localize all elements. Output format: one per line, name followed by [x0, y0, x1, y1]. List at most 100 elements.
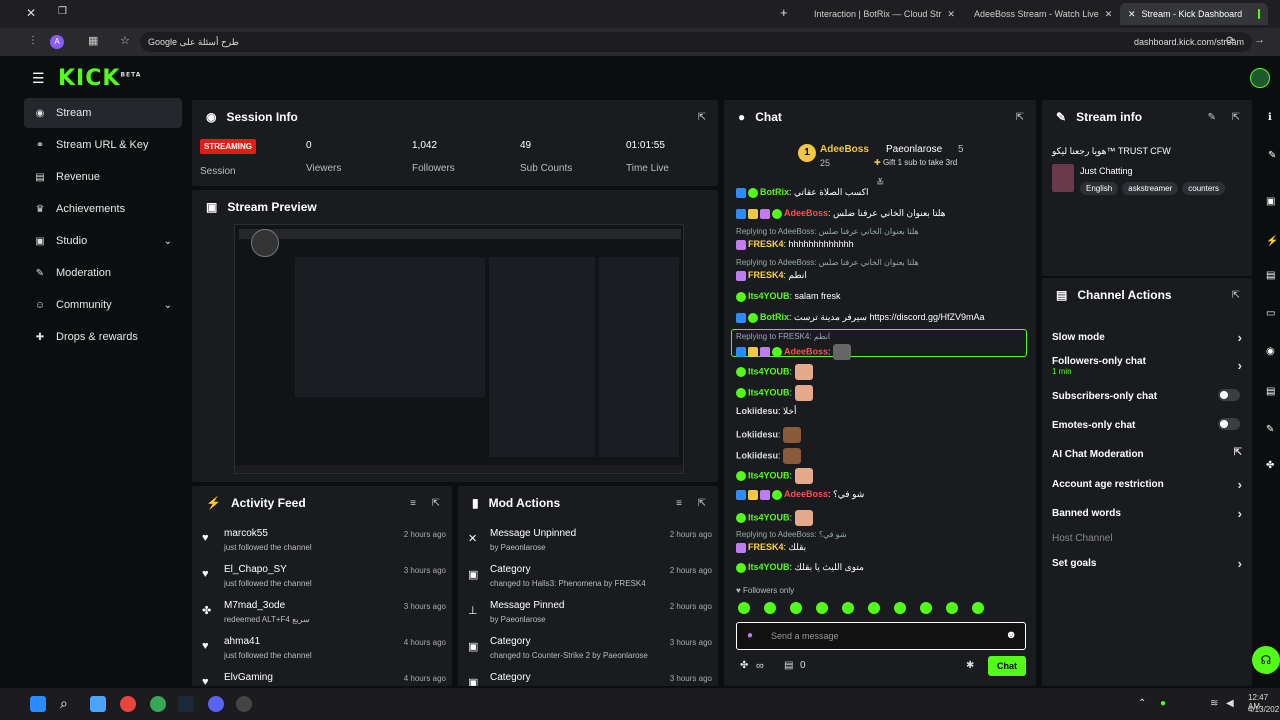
- mic-tray-icon[interactable]: ●: [1160, 698, 1166, 709]
- chat-username[interactable]: BotRix: [760, 187, 789, 197]
- chat-username[interactable]: FRESK4: [748, 239, 784, 249]
- followers-only-row[interactable]: Followers-only chat 1 min ›: [1052, 356, 1242, 376]
- bookmark-star-icon[interactable]: ☆: [120, 34, 130, 47]
- popout-icon[interactable]: ⇱: [1232, 290, 1240, 301]
- banned-words-row[interactable]: Banned words ›: [1052, 506, 1242, 521]
- emote-icon[interactable]: [868, 602, 880, 614]
- chat-username[interactable]: Its4YOUB: [748, 366, 790, 376]
- chat-username[interactable]: FRESK4: [748, 270, 784, 280]
- emote-icon[interactable]: [972, 602, 984, 614]
- top-gifter-name[interactable]: AdeeBoss: [820, 144, 869, 155]
- set-goals-row[interactable]: Set goals ›: [1052, 556, 1242, 571]
- popout-icon[interactable]: ⇱: [698, 112, 706, 123]
- chat-icon[interactable]: ▭: [1266, 308, 1275, 319]
- volume-icon[interactable]: ◀: [1226, 698, 1234, 709]
- extensions-icon[interactable]: ▦: [88, 34, 98, 47]
- tag-chip[interactable]: English: [1080, 182, 1119, 195]
- gift-sub-prompt[interactable]: ✚ Gift 1 sub to take 3rd: [874, 158, 957, 167]
- popout-icon[interactable]: ⇱: [1232, 112, 1240, 123]
- lightning-icon[interactable]: ⚡: [1266, 236, 1278, 247]
- host-channel-row[interactable]: Host Channel: [1052, 533, 1242, 544]
- wrench-icon[interactable]: ✎: [1266, 424, 1274, 435]
- edit-icon[interactable]: ✎: [1268, 150, 1276, 161]
- send-chat-button[interactable]: Chat: [988, 656, 1026, 676]
- sidebar-item-revenue[interactable]: ▤ Revenue: [24, 162, 182, 192]
- chat-username[interactable]: BotRix: [760, 312, 789, 322]
- close-tab-icon[interactable]: ✕: [1128, 9, 1136, 20]
- close-tab-icon[interactable]: ✕: [1105, 9, 1113, 20]
- broadcast-icon[interactable]: ◉: [1266, 346, 1275, 357]
- popout-icon[interactable]: ⇱: [432, 498, 440, 509]
- people-icon[interactable]: ✤: [1266, 460, 1274, 471]
- chat-username[interactable]: Lokiidesu: [736, 429, 778, 439]
- reload-icon[interactable]: ⟳: [1226, 34, 1235, 47]
- chat-username[interactable]: Its4YOUB: [748, 387, 790, 397]
- edit-pencil-icon[interactable]: ✎: [1208, 112, 1216, 123]
- help-headset-button[interactable]: ☊: [1252, 646, 1280, 674]
- search-icon[interactable]: ⌕: [60, 695, 68, 712]
- mic-icon[interactable]: ●: [747, 630, 753, 641]
- popout-icon[interactable]: ⇱: [698, 498, 706, 509]
- emote-icon[interactable]: [816, 602, 828, 614]
- new-tab-icon[interactable]: +: [780, 5, 788, 20]
- sidebar-item-stream[interactable]: ◉ Stream: [24, 98, 182, 128]
- restore-window-icon[interactable]: ❐: [58, 6, 67, 17]
- info-icon[interactable]: ℹ: [1268, 112, 1272, 123]
- filter-icon[interactable]: ≡: [410, 498, 416, 509]
- stream-preview-video[interactable]: [234, 224, 684, 474]
- address-bar[interactable]: Google طرح أسئلة على dashboard.kick.com/…: [140, 32, 1252, 52]
- chat-username[interactable]: Its4YOUB: [748, 562, 790, 572]
- emote-icon[interactable]: [790, 602, 802, 614]
- points-icon[interactable]: ✤: [740, 660, 748, 671]
- menu-dots-icon[interactable]: ⋮: [28, 35, 38, 46]
- emotes-only-toggle[interactable]: [1218, 418, 1240, 430]
- second-gifter-name[interactable]: Paeonlarose: [886, 144, 942, 155]
- chat-input[interactable]: ● Send a message ☻: [736, 622, 1026, 650]
- chat-username[interactable]: Lokiidesu: [736, 406, 778, 416]
- network-icon[interactable]: ≋: [1210, 698, 1218, 709]
- chat-username[interactable]: Lokiidesu: [736, 450, 778, 460]
- file-explorer-icon[interactable]: [90, 696, 106, 712]
- collapse-icon[interactable]: ≚: [876, 178, 884, 189]
- discord-icon[interactable]: [208, 696, 224, 712]
- emoji-icon[interactable]: ☻: [1005, 629, 1017, 641]
- list-icon[interactable]: ▤: [1266, 386, 1275, 397]
- windows-start-icon[interactable]: [30, 696, 46, 712]
- tray-chevron-icon[interactable]: ⌃: [1138, 698, 1146, 709]
- user-avatar[interactable]: [1250, 68, 1270, 88]
- emote-icon[interactable]: [894, 602, 906, 614]
- clock-date[interactable]: 4/13/202: [1248, 705, 1279, 714]
- steam-icon[interactable]: [178, 696, 194, 712]
- tab-adeeboss[interactable]: AdeeBoss Stream - Watch Live ✕: [966, 3, 1116, 25]
- subscribers-only-toggle[interactable]: [1218, 389, 1240, 401]
- chat-username[interactable]: Its4YOUB: [748, 291, 790, 301]
- sidebar-item-moderation[interactable]: ✎ Moderation: [24, 258, 182, 288]
- emote-icon[interactable]: [842, 602, 854, 614]
- emote-icon[interactable]: [738, 602, 750, 614]
- tag-chip[interactable]: askstreamer: [1122, 182, 1179, 195]
- tab-kick-dashboard[interactable]: ✕ Stream - Kick Dashboard: [1120, 3, 1268, 25]
- hamburger-menu-icon[interactable]: ☰: [32, 70, 45, 87]
- stream-category[interactable]: Just Chatting: [1080, 166, 1133, 176]
- chat-username[interactable]: Its4YOUB: [748, 470, 790, 480]
- filter-icon[interactable]: ≡: [676, 498, 682, 509]
- chrome-profile-icon[interactable]: [150, 696, 166, 712]
- chat-username[interactable]: AdeeBoss: [784, 208, 828, 218]
- chat-username[interactable]: AdeeBoss: [784, 346, 828, 356]
- profile-avatar[interactable]: A: [50, 35, 64, 49]
- sidebar-item-drops-rewards[interactable]: ✚ Drops & rewards: [24, 322, 182, 352]
- tag-chip[interactable]: counters: [1182, 182, 1225, 195]
- sidebar-item-community[interactable]: ☺ Community ⌄: [24, 290, 182, 320]
- chat-username[interactable]: Its4YOUB: [748, 512, 790, 522]
- chrome-icon[interactable]: [120, 696, 136, 712]
- settings-icon[interactable]: [236, 696, 252, 712]
- sidebar-item-stream-url-key[interactable]: ⚭ Stream URL & Key: [24, 130, 182, 160]
- slow-mode-row[interactable]: Slow mode ›: [1052, 330, 1242, 345]
- settings-gear-icon[interactable]: ✱: [966, 660, 974, 671]
- emote-icon[interactable]: [764, 602, 776, 614]
- emote-icon[interactable]: [946, 602, 958, 614]
- forward-icon[interactable]: →: [1254, 34, 1265, 46]
- sidebar-item-studio[interactable]: ▣ Studio ⌄: [24, 226, 182, 256]
- chat-username[interactable]: FRESK4: [748, 542, 784, 552]
- document-icon[interactable]: ▤: [1266, 270, 1275, 281]
